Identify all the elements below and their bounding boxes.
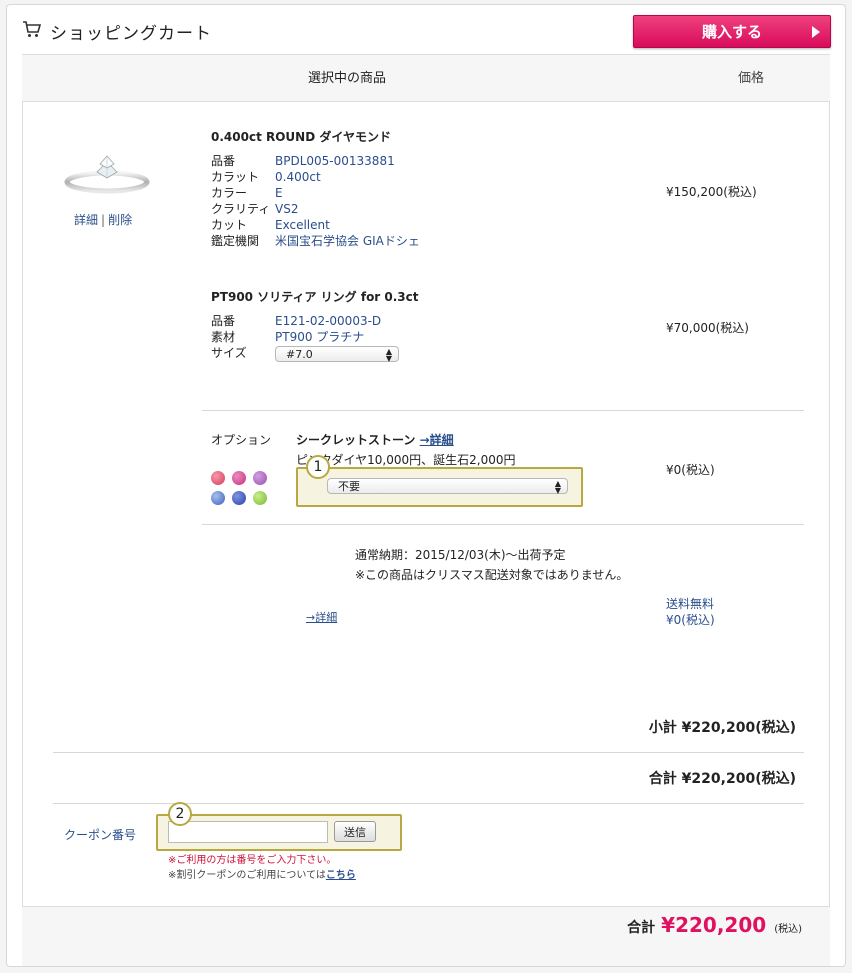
table-header: 選択中の商品 価格 <box>22 54 830 102</box>
spec-row: クラリティ VS2 <box>211 201 420 217</box>
option-detail-link[interactable]: →詳細 <box>420 433 454 447</box>
delete-link[interactable]: 削除 <box>108 213 132 227</box>
spec-row: カラット 0.400ct <box>211 169 420 185</box>
spec-value: Excellent <box>275 218 330 232</box>
divider <box>53 752 804 753</box>
shipping-free-price: ¥0(税込) <box>666 613 715 627</box>
annotation-badge-1: 1 <box>306 455 330 479</box>
annotation-badge-2: 2 <box>168 802 192 826</box>
ring-size-value: #7.0 <box>286 347 313 361</box>
spec-label: カラット <box>211 170 260 184</box>
spec-label: 鑑定機関 <box>211 234 260 248</box>
coupon-info-text: ※割引クーポンのご利用については <box>168 870 326 881</box>
grand-total: 合計 ¥220,200 (税込) <box>627 913 802 937</box>
coupon-submit-button[interactable]: 送信 <box>334 821 376 842</box>
spec-label: カット <box>211 218 248 232</box>
gem-swatch <box>232 491 246 505</box>
spec-row: 品番 E121-02-00003-D <box>211 313 381 329</box>
divider <box>53 803 804 804</box>
ring-size-select[interactable]: #7.0 ▲ ▼ <box>275 346 399 363</box>
divider <box>202 524 804 525</box>
grand-total-label: 合計 <box>627 920 656 936</box>
option-select[interactable]: 不要 ▲ ▼ <box>327 478 568 495</box>
spec-label: クラリティ <box>211 202 271 216</box>
option-label: オプション <box>211 433 272 447</box>
spec-value: VS2 <box>275 202 299 216</box>
coupon-info-link[interactable]: こちら <box>326 870 356 881</box>
grand-total-value: ¥220,200 <box>661 913 767 937</box>
total: 合計 ¥220,200(税込) <box>648 771 796 787</box>
option-price: ¥0(税込) <box>666 463 715 477</box>
grand-total-tax: (税込) <box>774 924 802 935</box>
shipping-free-label: 送料無料 <box>666 597 715 611</box>
spec-label: カラー <box>211 186 248 200</box>
coupon-label: クーポン番号 <box>64 828 137 842</box>
option-title-text: シークレットストーン <box>296 433 416 447</box>
coupon-info: ※割引クーポンのご利用についてはこちら <box>168 866 356 881</box>
spec-row: 素材 PT900 プラチナ <box>211 329 381 345</box>
spec-value: 米国宝石学協会 GIAドシェ <box>275 234 420 248</box>
spec-row: 鑑定機関 米国宝石学協会 GIAドシェ <box>211 233 420 249</box>
gem-swatch <box>211 471 225 485</box>
gem-swatch <box>211 491 225 505</box>
shipping-date: 通常納期：2015/12/03(木)〜出荷予定 <box>355 548 566 562</box>
shipping-detail-link[interactable]: →詳細 <box>306 609 337 625</box>
buy-button[interactable]: 購入する <box>633 15 831 48</box>
shipping-free: 送料無料 ¥0(税込) <box>666 596 715 628</box>
spec-row: カット Excellent <box>211 217 420 233</box>
spec-label: 素材 <box>211 330 236 344</box>
ring-title: PT900 ソリティア リング for 0.3ct <box>211 290 419 304</box>
spec-value: 0.400ct <box>275 170 321 184</box>
spec-value: E121-02-00003-D <box>275 314 382 328</box>
diamond-title: 0.400ct ROUND ダイヤモンド <box>211 130 391 144</box>
size-label: サイズ <box>211 346 247 360</box>
arrow-right-icon <box>812 26 820 38</box>
select-arrows-icon: ▲ ▼ <box>385 347 392 363</box>
subtotal: 小計 ¥220,200(税込) <box>648 720 796 736</box>
buy-button-label: 購入する <box>701 23 762 41</box>
spec-value: PT900 プラチナ <box>275 330 365 344</box>
diamond-price: ¥150,200(税込) <box>666 185 757 199</box>
diamond-specs: 品番 BPDL005-00133881 カラット 0.400ct カラー E クラリテ… <box>211 153 420 249</box>
spec-row: カラー E <box>211 185 420 201</box>
select-arrows-icon: ▲ ▼ <box>554 479 561 495</box>
column-header-product: 選択中の商品 <box>307 71 386 86</box>
coupon-note: ※ご利用の方は番号をご入力下さい。 <box>168 855 337 866</box>
spec-value: BPDL005-00133881 <box>275 154 395 168</box>
coupon-input[interactable] <box>168 821 328 843</box>
option-title: シークレットストーン →詳細 <box>296 431 454 448</box>
column-header-price: 価格 <box>737 71 764 86</box>
gem-swatch <box>232 471 246 485</box>
ring-price: ¥70,000(税込) <box>666 321 749 335</box>
link-separator: | <box>101 213 106 227</box>
detail-link[interactable]: 詳細 <box>74 213 98 227</box>
spec-label: 品番 <box>211 154 236 168</box>
option-select-value: 不要 <box>338 480 360 493</box>
shipping-note: ※この商品はクリスマス配送対象ではありません。 <box>355 568 629 582</box>
ring-product-image[interactable] <box>64 150 150 196</box>
page-title: ショッピングカート <box>50 24 212 44</box>
spec-row: 品番 BPDL005-00133881 <box>211 153 420 169</box>
gem-swatch <box>253 491 267 505</box>
spec-label: 品番 <box>211 314 236 328</box>
divider <box>202 410 804 411</box>
cart-icon <box>23 21 42 37</box>
gem-swatch <box>253 471 267 485</box>
spec-value: E <box>275 186 283 200</box>
item-actions: 詳細 | 削除 <box>74 211 132 228</box>
